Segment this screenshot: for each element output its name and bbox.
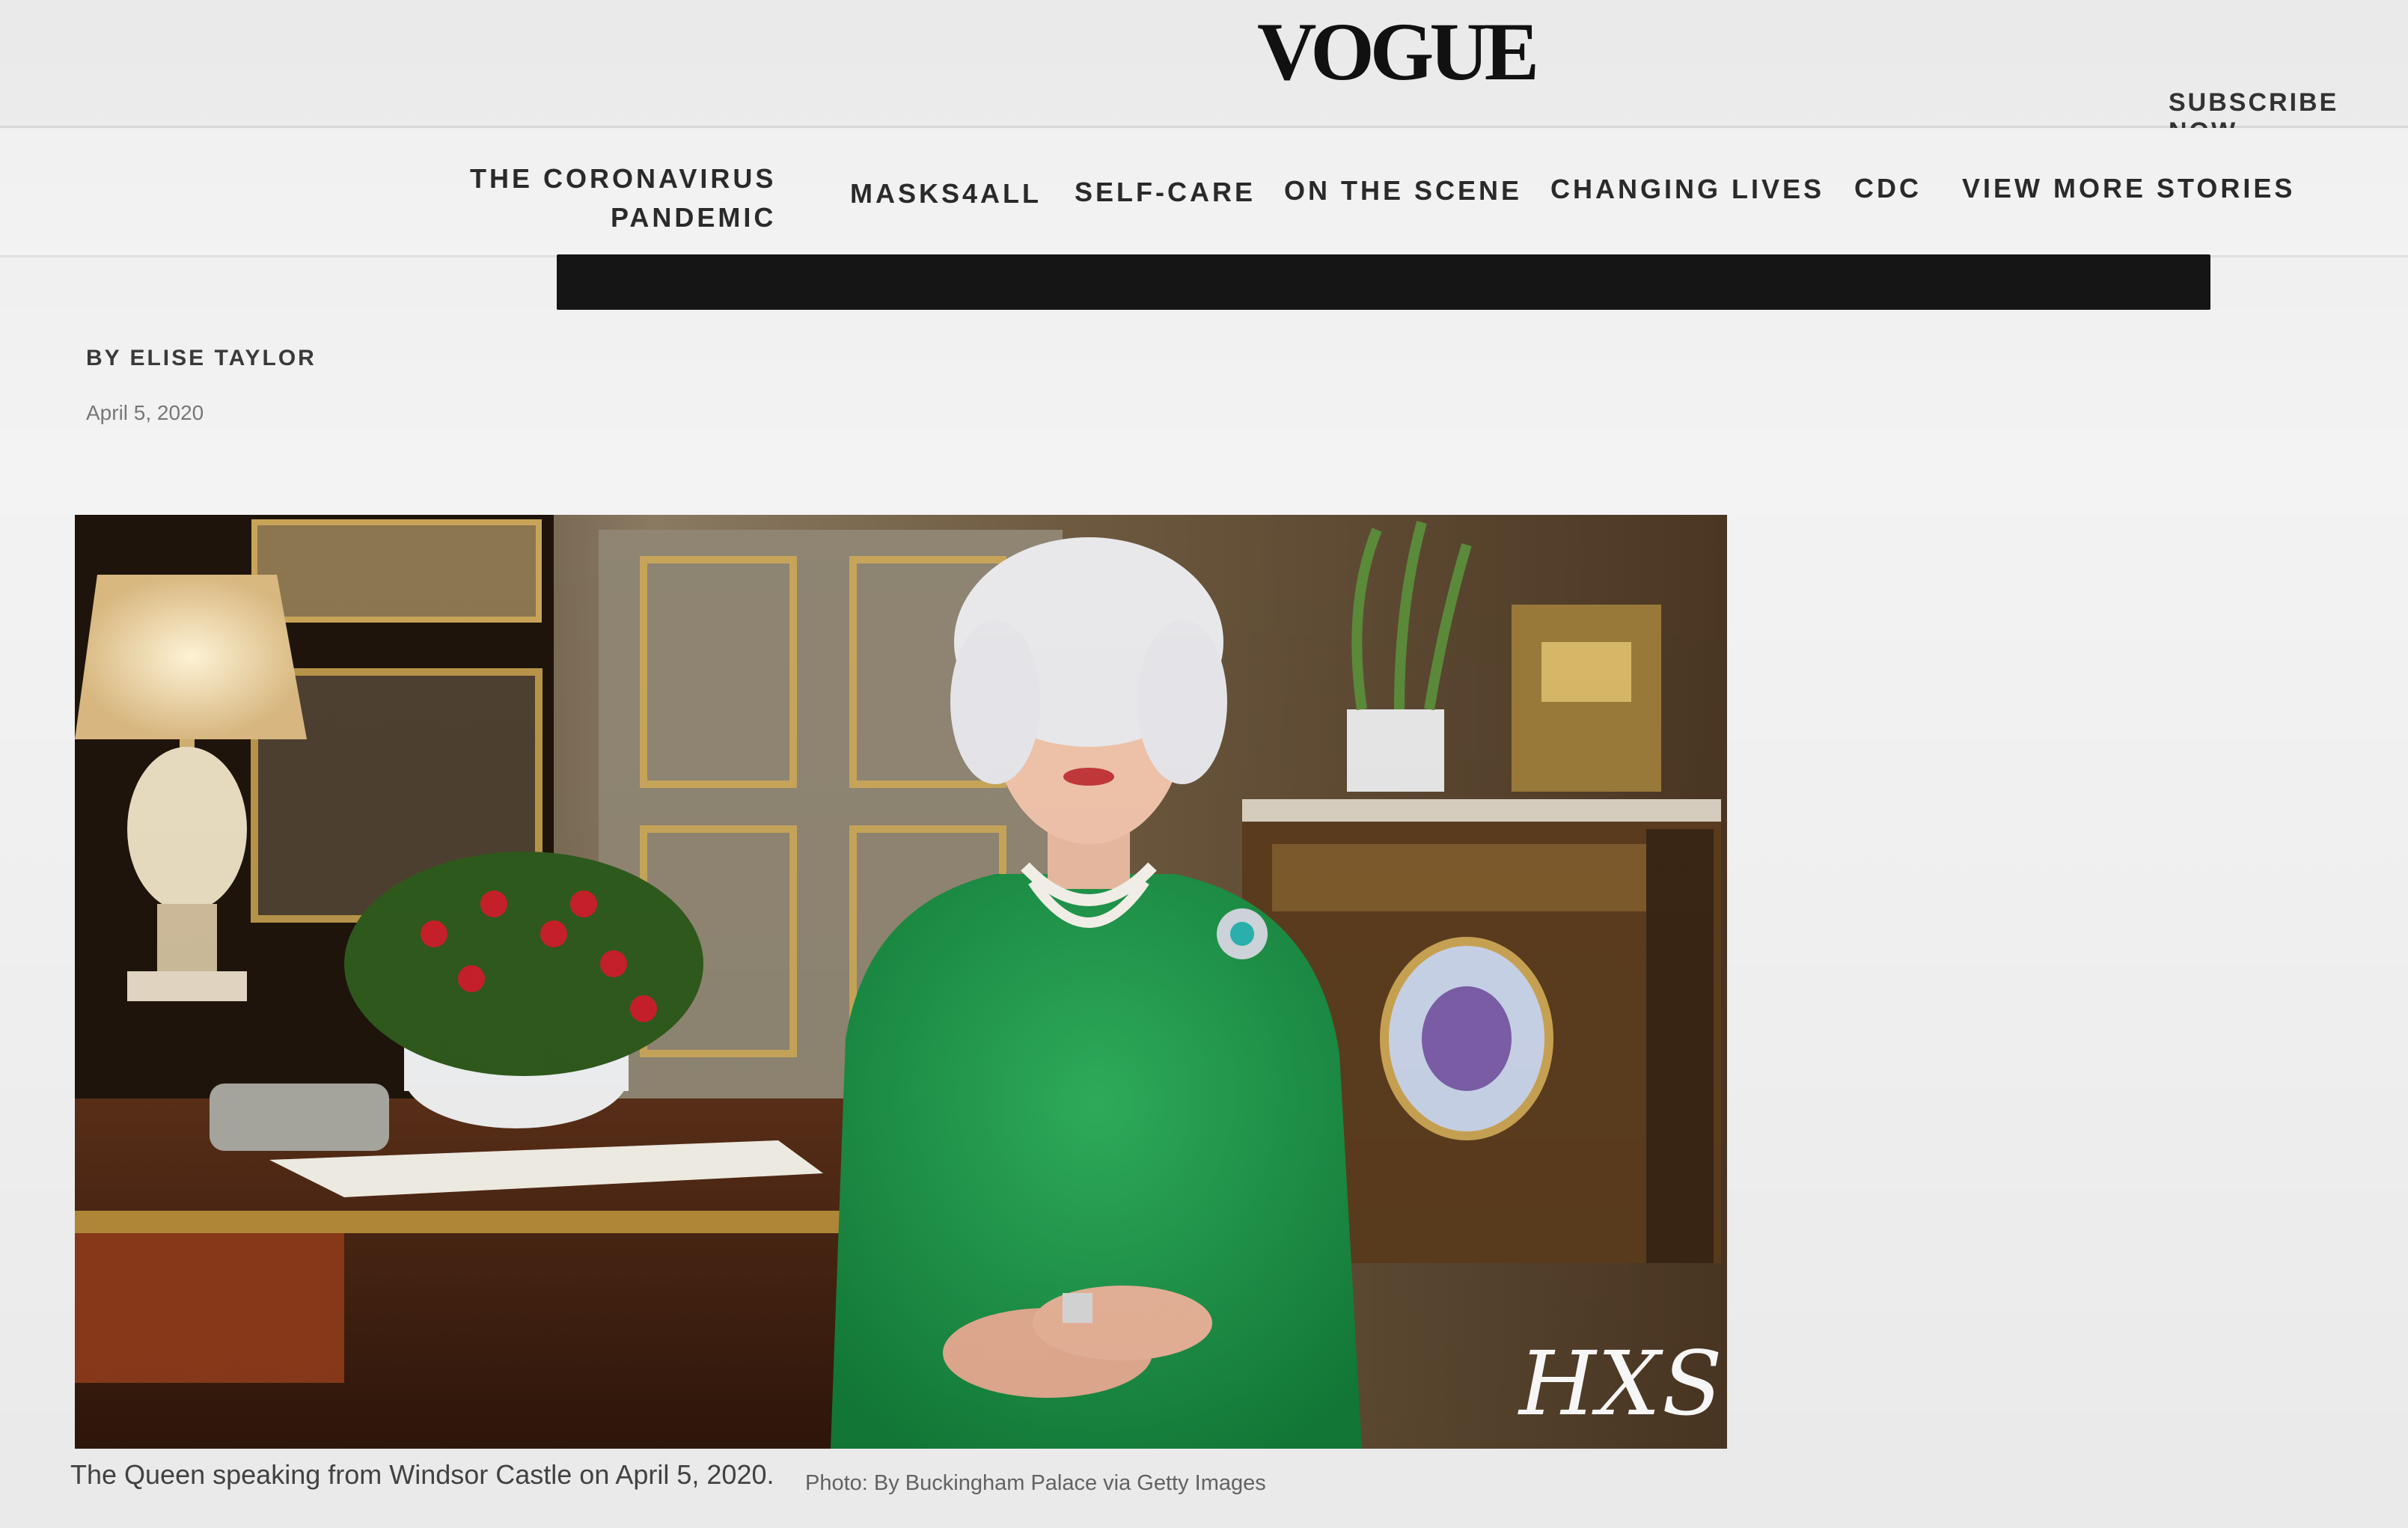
article-byline[interactable]: BY ELISE TAYLOR: [86, 346, 317, 371]
nav-item-changing-lives[interactable]: CHANGING LIVES: [1550, 174, 1824, 205]
photo-credit: Photo: By Buckingham Palace via Getty Im…: [805, 1471, 1266, 1495]
nav-item-label-line2: PANDEMIC: [611, 202, 777, 233]
nav-item-view-more-stories[interactable]: VIEW MORE STORIES: [1962, 173, 2295, 204]
nav-item-self-care[interactable]: SELF-CARE: [1075, 177, 1256, 208]
article-date: April 5, 2020: [86, 401, 204, 424]
image-caption: The Queen speaking from Windsor Castle o…: [70, 1459, 774, 1490]
nav-item-coronavirus-pandemic[interactable]: THE CORONAVIRUS PANDEMIC: [470, 159, 776, 237]
nav-item-label-line1: THE CORONAVIRUS: [470, 163, 777, 194]
nav-item-masks4all[interactable]: MASKS4ALL: [850, 178, 1042, 210]
hero-image: HXS...: [75, 515, 1727, 1449]
section-nav: THE CORONAVIRUS PANDEMIC MASKS4ALL SELF-…: [0, 128, 2408, 257]
vogue-logo[interactable]: VOGUE: [1257, 10, 1539, 93]
nav-item-cdc[interactable]: CDC: [1854, 173, 1922, 204]
site-header: VOGUE SUBSCRIBE NOW: [0, 0, 2408, 146]
nav-item-on-the-scene[interactable]: ON THE SCENE: [1284, 175, 1522, 207]
photo-watermark: HXS...: [1519, 1332, 1727, 1435]
ad-banner[interactable]: [557, 254, 2210, 310]
